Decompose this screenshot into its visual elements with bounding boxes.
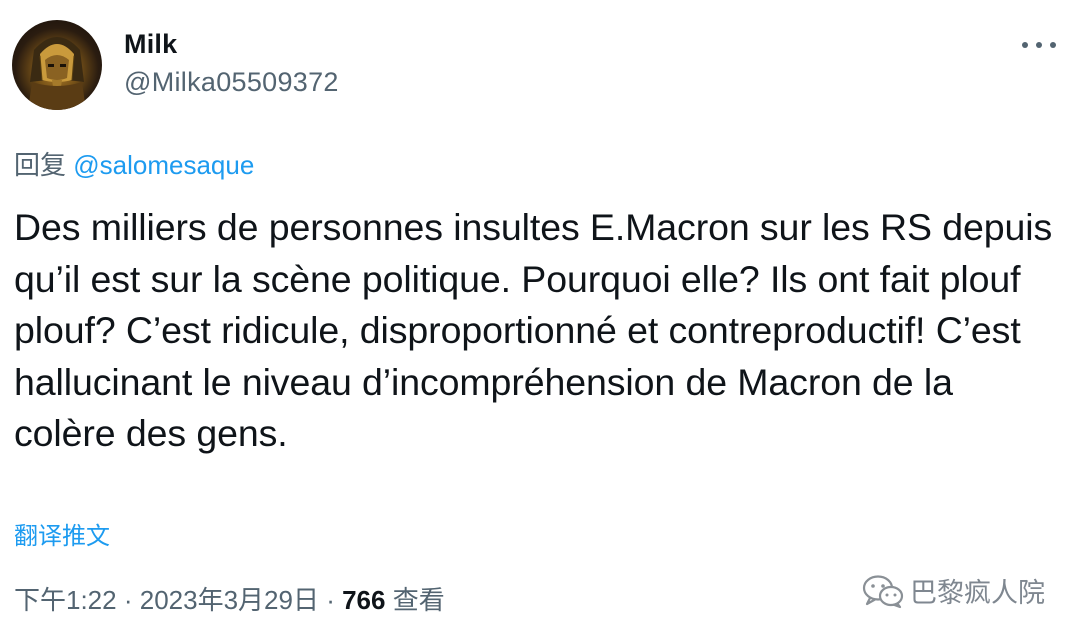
replying-prefix: 回复 bbox=[14, 150, 74, 180]
meta-separator: · bbox=[123, 585, 140, 615]
author-name[interactable]: Milk bbox=[124, 29, 177, 60]
translate-tweet-link[interactable]: 翻译推文 bbox=[14, 516, 110, 551]
meta-separator: · bbox=[326, 585, 343, 615]
dot bbox=[1036, 42, 1042, 48]
author-avatar[interactable] bbox=[12, 20, 102, 110]
avatar-image bbox=[28, 37, 86, 110]
replying-to: 回复 @salomesaque bbox=[14, 145, 254, 182]
replying-handle-link[interactable]: @salomesaque bbox=[73, 150, 254, 180]
views-label: 查看 bbox=[392, 585, 445, 615]
tweet-text: Des milliers de personnes insultes E.Mac… bbox=[14, 206, 1053, 454]
watermark: 巴黎疯人院 bbox=[862, 571, 1045, 610]
watermark-text: 巴黎疯人院 bbox=[910, 578, 1045, 609]
dot bbox=[1050, 42, 1056, 48]
tweet-meta: 下午1:22 · 2023年3月29日 · 766 查看 bbox=[14, 580, 445, 617]
dot bbox=[1022, 42, 1028, 48]
views-count: 766 bbox=[342, 585, 386, 615]
wechat-icon bbox=[862, 574, 904, 608]
author-handle[interactable]: @Milka05509372 bbox=[124, 67, 339, 98]
more-dots-icon[interactable] bbox=[1022, 38, 1056, 52]
tweet-time[interactable]: 下午1:22 bbox=[14, 585, 117, 615]
tweet-date[interactable]: 2023年3月29日 bbox=[140, 585, 319, 615]
